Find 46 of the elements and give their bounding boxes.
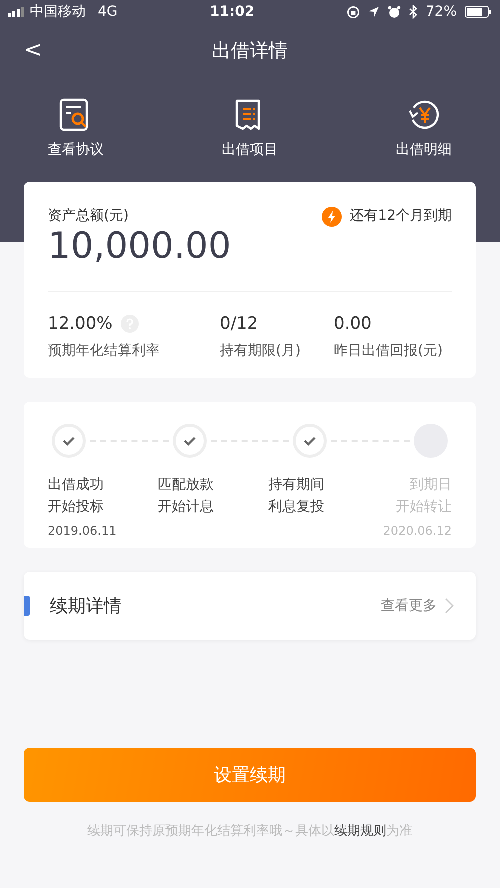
step-subtitle: 开始计息 bbox=[158, 498, 216, 518]
step-subtitle: 利息复投 bbox=[268, 498, 326, 518]
battery-icon bbox=[465, 6, 492, 18]
shortcut-button[interactable]: 查看协议 bbox=[16, 98, 136, 161]
step-date: 2020.06.12 bbox=[382, 523, 452, 540]
yen-history-icon bbox=[407, 98, 441, 132]
step-subtitle: 开始转让 bbox=[395, 498, 452, 518]
renewal-row[interactable]: 续期详情 查看更多 bbox=[24, 572, 476, 640]
location-icon bbox=[368, 6, 380, 18]
stat-value: 0/12 bbox=[220, 312, 258, 336]
total-amount: 10,000.00 bbox=[48, 227, 232, 267]
check-icon bbox=[62, 436, 76, 446]
chevron-right-icon bbox=[445, 598, 454, 614]
network-type: 4G bbox=[98, 2, 118, 22]
maturity-note: 还有12个月到期 bbox=[350, 207, 452, 226]
check-icon bbox=[303, 436, 318, 446]
total-label: 资产总额(元) bbox=[48, 207, 130, 226]
step-subtitle: 开始投标 bbox=[48, 498, 105, 518]
signal-icon bbox=[8, 7, 26, 17]
stat-label: 持有期限(月) bbox=[220, 342, 302, 362]
rotation-lock-icon bbox=[346, 6, 360, 18]
page-title: 出借详情 bbox=[212, 38, 288, 64]
stat-value: 0.00 bbox=[334, 312, 372, 336]
renewal-title: 续期详情 bbox=[50, 594, 122, 619]
renewal-rules-link[interactable]: 续期规则 bbox=[334, 824, 386, 840]
shortcut-button[interactable]: 出借项目 bbox=[190, 98, 310, 161]
bluetooth-icon bbox=[408, 5, 418, 19]
stat-label: 昨日出借回报(元) bbox=[334, 342, 443, 362]
step-date: 2019.06.11 bbox=[48, 523, 118, 540]
footnote-text: 续期可保持原预期年化结算利率哦～具体以续期规则为准 bbox=[86, 823, 414, 842]
clock-time: 11:02 bbox=[210, 2, 255, 22]
back-button[interactable]: < bbox=[18, 34, 48, 67]
check-icon bbox=[182, 436, 197, 446]
step-title: 匹配放款 bbox=[158, 476, 216, 496]
battery-percent: 72% bbox=[426, 2, 457, 22]
stat-label: 预期年化结算利率 bbox=[48, 342, 161, 362]
step-title: 持有期间 bbox=[268, 476, 326, 496]
step-title: 到期日 bbox=[409, 476, 452, 496]
see-more-label: 查看更多 bbox=[381, 596, 437, 616]
carrier-name: 中国移动 bbox=[30, 2, 86, 22]
step-title: 出借成功 bbox=[48, 476, 105, 496]
accent-bar bbox=[24, 596, 30, 616]
shortcut-button[interactable]: 出借明细 bbox=[364, 98, 484, 161]
stat-value: 12.00% bbox=[48, 312, 113, 336]
lightning-icon bbox=[322, 206, 342, 226]
alarm-icon bbox=[388, 6, 401, 18]
